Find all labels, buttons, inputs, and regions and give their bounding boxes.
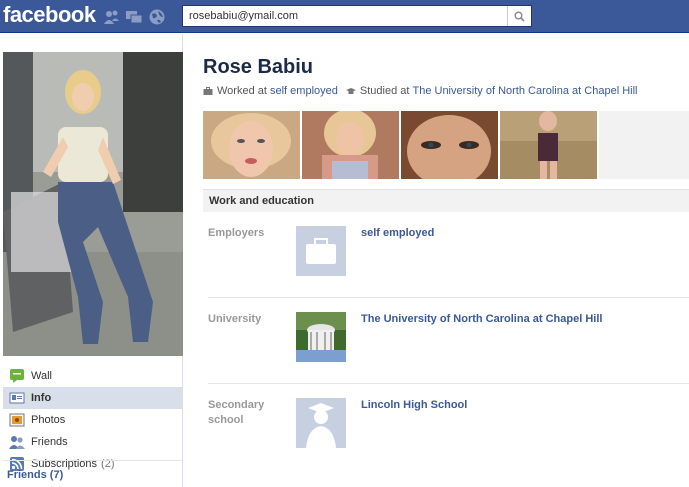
nav-item-wall[interactable]: Wall <box>3 365 183 387</box>
photo-thumbnail[interactable] <box>302 111 399 179</box>
graduation-cap-icon <box>345 86 356 96</box>
photo-thumbnail[interactable] <box>500 111 597 179</box>
photo-strip <box>203 111 689 179</box>
photo-thumbnail[interactable] <box>401 111 498 179</box>
top-bar: facebook <box>0 0 689 33</box>
search-box <box>182 5 532 27</box>
profile-name: Rose Babiu <box>203 56 314 78</box>
nav-label-photos: Photos <box>31 414 66 426</box>
photos-icon <box>9 412 25 428</box>
employer-link[interactable]: self employed <box>361 226 434 241</box>
search-button[interactable] <box>507 6 531 26</box>
profile-nav: Wall Info Photos Friends Subscriptions (… <box>3 365 183 475</box>
nav-label-friends: Friends <box>31 436 68 448</box>
nav-item-photos[interactable]: Photos <box>3 409 183 431</box>
secondary-school-link[interactable]: Lincoln High School <box>361 398 467 413</box>
university-label: University <box>208 313 262 325</box>
messages-icon[interactable] <box>125 8 143 26</box>
row-divider <box>208 383 689 384</box>
row-divider <box>208 297 689 298</box>
studied-prefix: Studied at <box>359 85 410 97</box>
nav-label-wall: Wall <box>31 370 52 382</box>
info-icon <box>9 390 25 406</box>
magnifier-icon <box>514 11 525 22</box>
employers-label: Employers <box>208 227 265 239</box>
profile-subinfo: Worked at self employed Studied at The U… <box>203 85 637 97</box>
graduate-silhouette-icon[interactable] <box>296 398 346 448</box>
profile-picture[interactable] <box>3 52 183 356</box>
left-column: Wall Info Photos Friends Subscriptions (… <box>0 34 183 487</box>
work-education-header: Work and education <box>203 189 689 212</box>
nav-label-info: Info <box>31 392 52 404</box>
employer-briefcase-icon[interactable] <box>296 226 346 276</box>
nav-item-info[interactable]: Info <box>3 387 183 409</box>
nav-item-friends[interactable]: Friends <box>3 431 183 453</box>
photo-strip-filler <box>599 111 689 179</box>
wall-icon <box>9 368 25 384</box>
friends-section: Friends (7) <box>3 460 183 487</box>
friend-requests-icon[interactable] <box>102 8 120 26</box>
worked-link[interactable]: self employed <box>270 85 338 97</box>
notifications-globe-icon[interactable] <box>148 8 166 26</box>
university-link[interactable]: The University of North Carolina at Chap… <box>361 312 602 327</box>
university-photo[interactable] <box>296 312 346 362</box>
friends-icon <box>9 434 25 450</box>
notification-jewels <box>102 8 166 26</box>
photo-thumbnail[interactable] <box>203 111 300 179</box>
studied-link[interactable]: The University of North Carolina at Chap… <box>412 85 637 97</box>
secondary-school-label: Secondary school <box>208 399 265 426</box>
facebook-logo[interactable]: facebook <box>3 2 96 28</box>
worked-prefix: Worked at <box>217 85 267 97</box>
search-input[interactable] <box>183 6 507 26</box>
friends-link[interactable]: Friends (7) <box>7 469 63 481</box>
briefcase-icon <box>203 86 213 96</box>
